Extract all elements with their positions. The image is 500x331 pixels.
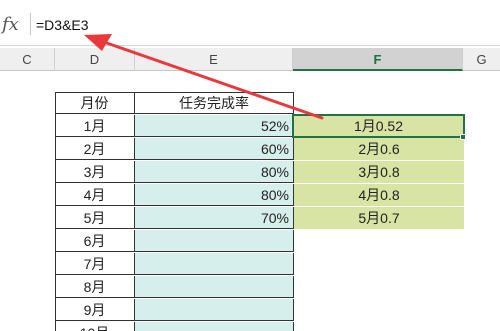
cell-month-7[interactable]: 7月 [55, 253, 135, 275]
header-month[interactable]: 月份 [55, 92, 135, 114]
fx-icon[interactable]: fx [2, 14, 24, 38]
cell-month-5[interactable]: 5月 [55, 207, 135, 229]
cell-rate-8[interactable] [135, 276, 294, 298]
cell-month-2[interactable]: 2月 [55, 138, 135, 160]
cell-month-10[interactable]: 10月 [55, 322, 135, 331]
cell-month-4[interactable]: 4月 [55, 184, 135, 206]
column-header-c[interactable]: C [0, 48, 55, 71]
cell-month-9[interactable]: 9月 [55, 299, 135, 321]
cell-month-3[interactable]: 3月 [55, 161, 135, 183]
cell-result-1[interactable]: 1月0.52 [292, 114, 465, 138]
cell-rate-2[interactable]: 60% [135, 138, 294, 160]
spreadsheet-grid: 月份 任务完成率 1月 52% 1月0.52 2月 60% 2月0.6 3月 8… [0, 71, 500, 331]
header-rate[interactable]: 任务完成率 [135, 92, 294, 114]
cell-rate-4[interactable]: 80% [135, 184, 294, 206]
cell-result-4[interactable]: 4月0.8 [294, 184, 464, 206]
cell-result-3[interactable]: 3月0.8 [294, 161, 464, 183]
column-header-d[interactable]: D [55, 48, 135, 71]
cell-rate-9[interactable] [135, 299, 294, 321]
column-header-e[interactable]: E [135, 48, 293, 71]
formula-bar-divider [30, 13, 31, 35]
cell-rate-3[interactable]: 80% [135, 161, 294, 183]
cell-rate-1[interactable]: 52% [135, 115, 294, 137]
cell-rate-5[interactable]: 70% [135, 207, 294, 229]
column-header-row: C D E F G [0, 48, 500, 71]
cell-rate-10[interactable] [135, 322, 294, 331]
cell-month-8[interactable]: 8月 [55, 276, 135, 298]
cell-result-5[interactable]: 5月0.7 [294, 207, 464, 229]
cell-rate-7[interactable] [135, 253, 294, 275]
cell-rate-6[interactable] [135, 230, 294, 252]
cell-month-1[interactable]: 1月 [55, 115, 135, 137]
cell-result-2[interactable]: 2月0.6 [294, 138, 464, 160]
column-header-g[interactable]: G [463, 48, 500, 71]
formula-input[interactable]: =D3&E3 [36, 14, 89, 36]
formula-bar: fx =D3&E3 [0, 0, 500, 46]
column-header-f[interactable]: F [293, 48, 463, 71]
cell-month-6[interactable]: 6月 [55, 230, 135, 252]
fill-handle[interactable] [460, 134, 466, 140]
